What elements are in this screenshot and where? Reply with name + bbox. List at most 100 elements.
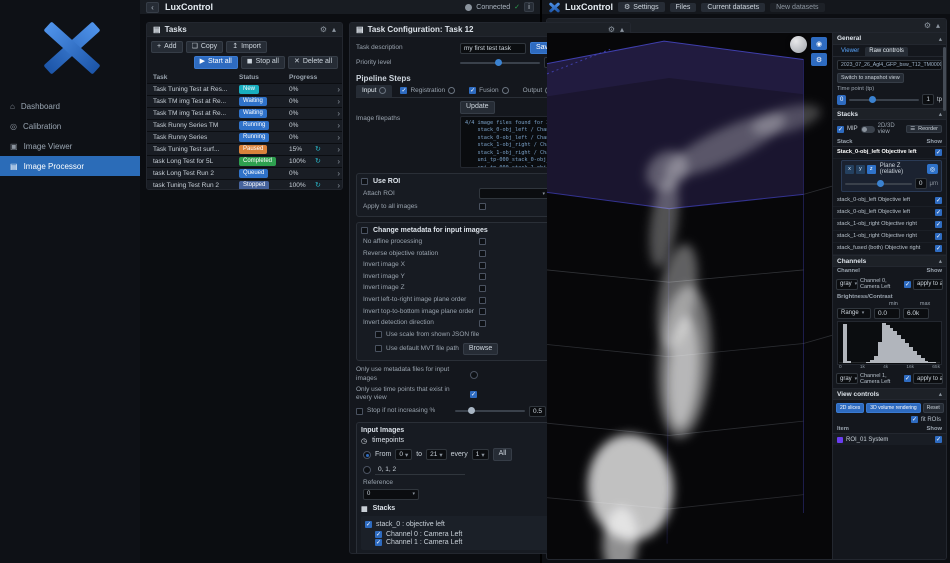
to-input[interactable]: 21▾: [426, 449, 447, 460]
snapshot-button[interactable]: ◉: [811, 37, 827, 50]
meta-checkbox[interactable]: [479, 297, 486, 304]
start-all-button[interactable]: ▶Start all: [194, 56, 238, 68]
view-mode-toggle[interactable]: [861, 126, 875, 133]
only-timepoints-checkbox[interactable]: [470, 391, 477, 398]
tab-raw-controls[interactable]: Raw controls: [865, 47, 908, 56]
timepoint-current[interactable]: 0: [837, 95, 846, 105]
dataset-path[interactable]: 2023_07_26_Agl4_GFP_bsw_T12_TM0000_st: [837, 60, 942, 70]
max-value[interactable]: 6.0k: [903, 308, 929, 319]
only-metadata-radio[interactable]: [470, 371, 478, 379]
show-stack-checkbox[interactable]: [935, 245, 942, 252]
timepoints-list-input[interactable]: 0, 1, 2: [375, 464, 465, 475]
mvt-path-checkbox[interactable]: [375, 345, 382, 352]
tab-registration[interactable]: Registration: [394, 85, 461, 97]
all-timepoints-button[interactable]: All: [493, 448, 513, 460]
meta-checkbox[interactable]: [479, 238, 486, 245]
sidebar-item-image-processor[interactable]: ▤ Image Processor: [0, 156, 140, 176]
table-row[interactable]: Task TM img Test at Re... Waiting 0% ›: [147, 107, 342, 119]
timepoint-slider[interactable]: [849, 99, 919, 101]
range-select[interactable]: Range▾: [837, 308, 871, 319]
mip-checkbox[interactable]: [837, 126, 844, 133]
from-input[interactable]: 0▾: [395, 449, 412, 460]
meta-checkbox[interactable]: [479, 250, 486, 257]
timepoint-max[interactable]: 1: [922, 94, 934, 105]
meta-checkbox[interactable]: [479, 308, 486, 315]
plane-z-chip[interactable]: z: [867, 165, 876, 174]
channel-color-select[interactable]: gray▾: [836, 279, 858, 290]
stack-row[interactable]: stack_1-obj_right Objective right: [833, 219, 946, 231]
copy-task-button[interactable]: ❏Copy: [186, 41, 224, 53]
stop-all-button[interactable]: ◼Stop all: [241, 56, 285, 68]
plane-y-chip[interactable]: y: [856, 165, 865, 174]
collapse-icon[interactable]: ▴: [939, 390, 942, 398]
stack-checkbox[interactable]: [365, 521, 372, 528]
general-section-header[interactable]: General ▴: [833, 33, 946, 45]
view-controls-section-header[interactable]: View controls ▴: [833, 388, 946, 400]
collapse-icon[interactable]: ▴: [939, 35, 942, 43]
show-stack-checkbox[interactable]: [935, 233, 942, 240]
meta-checkbox[interactable]: [479, 320, 486, 327]
timepoints-list-radio[interactable]: [363, 466, 371, 474]
show-stack-checkbox[interactable]: [935, 209, 942, 216]
change-metadata-checkbox[interactable]: [361, 227, 368, 234]
update-filepaths-button[interactable]: Update: [460, 101, 495, 113]
step-checkbox[interactable]: [400, 87, 407, 94]
gear-icon[interactable]: ⚙: [320, 25, 327, 34]
2d-slices-button[interactable]: 2D slices: [836, 403, 864, 413]
plane-value[interactable]: 0: [915, 178, 927, 189]
new-datasets-button[interactable]: New datasets: [770, 3, 824, 12]
channel-checkbox[interactable]: [375, 531, 382, 538]
3d-volume-button[interactable]: 3D volume rendering: [866, 403, 920, 413]
channel-checkbox[interactable]: [375, 539, 382, 546]
plane-x-chip[interactable]: x: [845, 165, 854, 174]
stop-increasing-value[interactable]: 0.5: [529, 406, 546, 417]
show-stack-checkbox[interactable]: [935, 197, 942, 204]
table-row[interactable]: task Tuning Test Run 2 Stopped 100% ↻ ›: [147, 179, 342, 190]
table-row[interactable]: Task Runny Series TM Running 0% ›: [147, 119, 342, 131]
delete-all-button[interactable]: ✕Delete all: [288, 56, 338, 68]
reorder-button[interactable]: ☰Reorder: [906, 125, 942, 134]
stack-row[interactable]: stack_0-obj_left Objective left: [833, 195, 946, 207]
apply-all-images-checkbox[interactable]: [479, 203, 486, 210]
stack-row[interactable]: stack_0-obj_left Objective left: [833, 207, 946, 219]
reset-view-button[interactable]: Reset: [923, 403, 944, 413]
stack-row[interactable]: stack_1-obj_right Objective right: [833, 231, 946, 243]
back-button[interactable]: ‹: [146, 2, 159, 13]
apply-to-all-select[interactable]: apply to all▾: [913, 279, 943, 290]
show-roi-checkbox[interactable]: [935, 436, 942, 443]
sidebar-item-image-viewer[interactable]: ▣ Image Viewer: [0, 136, 140, 156]
plane-target-button[interactable]: ◎: [927, 164, 938, 174]
stacks-section-header[interactable]: Stacks ▴: [833, 108, 946, 120]
viewport-3d[interactable]: ◉ ⚙: [547, 33, 832, 559]
collapse-icon[interactable]: ▴: [936, 21, 940, 30]
reference-select[interactable]: 0▾: [363, 489, 419, 500]
step-checkbox[interactable]: [469, 87, 476, 94]
current-datasets-button[interactable]: Current datasets: [701, 3, 765, 12]
show-channel-checkbox[interactable]: [904, 281, 911, 288]
sidebar-item-dashboard[interactable]: ⌂ Dashboard: [0, 96, 140, 116]
table-row[interactable]: Task TM img Test at Re... Waiting 0% ›: [147, 95, 342, 107]
table-row[interactable]: Task Tuning Test at Res... New 0% ›: [147, 83, 342, 95]
every-input[interactable]: 1▾: [472, 449, 489, 460]
table-row[interactable]: task Long Test for 5L Completed 100% ↻ ›: [147, 155, 342, 167]
channel-color-select[interactable]: gray▾: [836, 373, 858, 384]
import-task-button[interactable]: ↥Import: [226, 41, 267, 53]
switch-view-button[interactable]: Switch to snapshot view: [837, 73, 904, 83]
table-row[interactable]: Task Tuning Test surf... Paused 15% ↻ ›: [147, 143, 342, 155]
orientation-sphere[interactable]: [790, 36, 807, 53]
meta-checkbox[interactable]: [479, 262, 486, 269]
table-row[interactable]: Task Runny Series Running 0% ›: [147, 131, 342, 143]
meta-checkbox[interactable]: [479, 273, 486, 280]
task-description-input[interactable]: [460, 43, 526, 54]
tab-fusion[interactable]: Fusion: [463, 85, 515, 97]
roi-row[interactable]: ROI_01 System: [833, 434, 946, 445]
sidebar-item-calibration[interactable]: ◎ Calibration: [0, 116, 140, 136]
stack-row[interactable]: stack_fused (both) Objective right: [833, 243, 946, 255]
json-scale-checkbox[interactable]: [375, 331, 382, 338]
files-button[interactable]: Files: [670, 3, 697, 12]
fit-rois-checkbox[interactable]: [911, 416, 918, 423]
plane-slider[interactable]: [845, 183, 912, 185]
viewport-settings-button[interactable]: ⚙: [811, 53, 827, 66]
add-task-button[interactable]: +Add: [151, 41, 183, 53]
gear-icon[interactable]: ⚙: [924, 21, 931, 30]
